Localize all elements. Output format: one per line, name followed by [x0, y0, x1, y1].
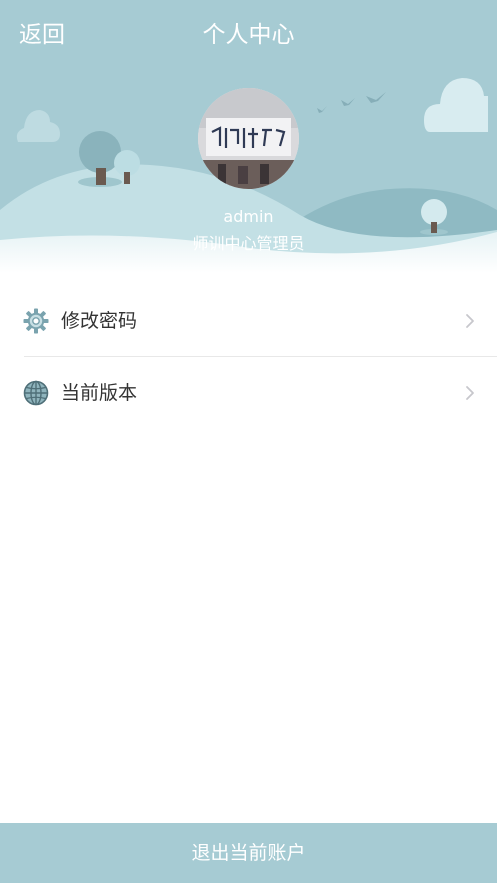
username: admin	[223, 207, 274, 226]
profile-page: 返回 个人中心 admin 师训中心管理员 修改密码 当前版本 退出当前账户	[0, 0, 497, 883]
menu-item-change-password[interactable]: 修改密码	[0, 285, 497, 357]
chevron-right-icon	[466, 314, 474, 328]
chevron-right-icon	[466, 386, 474, 400]
menu-item-label: 修改密码	[61, 310, 138, 332]
settings-menu: 修改密码 当前版本	[0, 285, 497, 429]
avatar[interactable]	[198, 88, 299, 189]
menu-item-label: 当前版本	[61, 382, 138, 404]
menu-item-current-version[interactable]: 当前版本	[0, 357, 497, 429]
globe-icon	[23, 380, 49, 406]
profile-header: 返回 个人中心 admin 师训中心管理员	[0, 0, 497, 273]
avatar-photo	[198, 88, 299, 189]
gear-icon	[23, 308, 49, 334]
back-button[interactable]: 返回	[19, 18, 65, 52]
user-role: 师训中心管理员	[192, 234, 305, 253]
logout-button[interactable]: 退出当前账户	[0, 823, 497, 883]
